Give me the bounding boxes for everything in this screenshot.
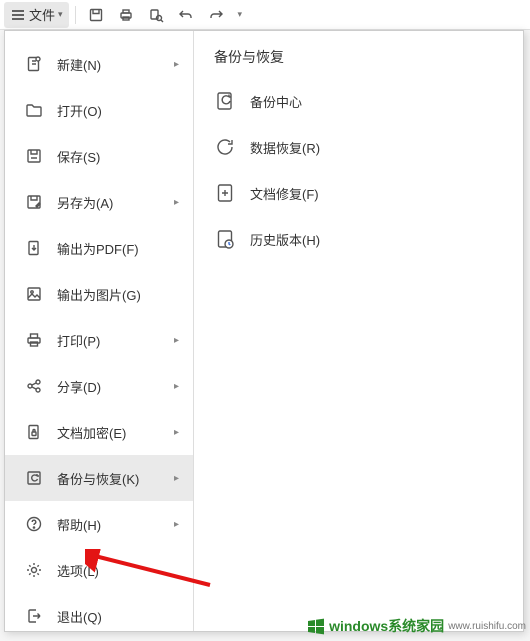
- panel-item-label: 历史版本(H): [250, 230, 320, 249]
- doc-repair-icon: [214, 182, 236, 204]
- menu-item-label: 打印(P): [57, 331, 174, 350]
- chevron-right-icon: ▸: [174, 427, 179, 438]
- panel-item-label: 文档修复(F): [250, 184, 319, 203]
- menu-item-share[interactable]: 分享(D) ▸: [5, 363, 193, 409]
- menu-item-save-as[interactable]: 另存为(A) ▸: [5, 179, 193, 225]
- menu-item-label: 打开(O): [57, 101, 179, 120]
- menu-item-label: 分享(D): [57, 377, 174, 396]
- new-file-icon: [25, 55, 43, 73]
- menu-item-export-image[interactable]: 输出为图片(G): [5, 271, 193, 317]
- panel-item-data-recovery[interactable]: 数据恢复(R): [214, 131, 503, 163]
- watermark-sub: www.ruishifu.com: [448, 621, 526, 632]
- share-icon: [25, 377, 43, 395]
- menu-item-label: 保存(S): [57, 147, 179, 166]
- gear-icon: [25, 561, 43, 579]
- print-button[interactable]: [112, 2, 140, 28]
- menu-item-label: 退出(Q): [57, 607, 179, 626]
- menu-item-encrypt[interactable]: 文档加密(E) ▸: [5, 409, 193, 455]
- history-icon: [214, 228, 236, 250]
- save-as-icon: [25, 193, 43, 211]
- file-menu-button[interactable]: 文件 ▾: [4, 2, 69, 28]
- preview-icon: [148, 7, 164, 23]
- watermark: windows系统家园 www.ruishifu.com: [305, 615, 526, 637]
- print-icon: [25, 331, 43, 349]
- chevron-right-icon: ▸: [174, 473, 179, 484]
- hamburger-icon: [10, 7, 26, 23]
- menu-item-label: 另存为(A): [57, 193, 174, 212]
- menu-item-label: 帮助(H): [57, 515, 174, 534]
- file-menu-list: 新建(N) ▸ 打开(O) 保存(S) 另存为(A) ▸ 输出为PDF(F) 输…: [5, 31, 193, 631]
- menu-item-label: 新建(N): [57, 55, 174, 74]
- menu-item-save[interactable]: 保存(S): [5, 133, 193, 179]
- menu-item-label: 选项(L): [57, 561, 179, 580]
- menu-item-label: 文档加密(E): [57, 423, 174, 442]
- windows-logo-icon: [305, 615, 327, 637]
- file-menu-label: 文件: [29, 5, 55, 24]
- menu-item-export-pdf[interactable]: 输出为PDF(F): [5, 225, 193, 271]
- menu-item-open[interactable]: 打开(O): [5, 87, 193, 133]
- toolbar: 文件 ▾ ▾: [0, 0, 530, 30]
- watermark-text: windows系统家园: [329, 616, 444, 636]
- menu-item-exit[interactable]: 退出(Q): [5, 593, 193, 639]
- file-menu: 新建(N) ▸ 打开(O) 保存(S) 另存为(A) ▸ 输出为PDF(F) 输…: [4, 30, 524, 632]
- panel-item-label: 数据恢复(R): [250, 138, 320, 157]
- export-image-icon: [25, 285, 43, 303]
- chevron-down-icon: ▾: [58, 9, 63, 20]
- help-icon: [25, 515, 43, 533]
- print-icon: [118, 7, 134, 23]
- chevron-right-icon: ▸: [174, 59, 179, 70]
- menu-item-new[interactable]: 新建(N) ▸: [5, 41, 193, 87]
- panel-title: 备份与恢复: [214, 47, 503, 67]
- backup-restore-panel: 备份与恢复 备份中心 数据恢复(R) 文档修复(F) 历史版本(H): [193, 31, 523, 631]
- menu-item-label: 备份与恢复(K): [57, 469, 174, 488]
- panel-item-doc-repair[interactable]: 文档修复(F): [214, 177, 503, 209]
- preview-button[interactable]: [142, 2, 170, 28]
- undo-icon: [178, 7, 194, 23]
- exit-icon: [25, 607, 43, 625]
- menu-item-backup-restore[interactable]: 备份与恢复(K) ▸: [5, 455, 193, 501]
- save-icon: [88, 7, 104, 23]
- panel-item-history[interactable]: 历史版本(H): [214, 223, 503, 255]
- menu-item-help[interactable]: 帮助(H) ▸: [5, 501, 193, 547]
- redo-icon: [208, 7, 224, 23]
- menu-item-print[interactable]: 打印(P) ▸: [5, 317, 193, 363]
- menu-item-options[interactable]: 选项(L): [5, 547, 193, 593]
- encrypt-icon: [25, 423, 43, 441]
- toolbar-separator: [75, 6, 76, 24]
- redo-button[interactable]: [202, 2, 230, 28]
- folder-icon: [25, 101, 43, 119]
- backup-icon: [25, 469, 43, 487]
- chevron-right-icon: ▸: [174, 381, 179, 392]
- save-button[interactable]: [82, 2, 110, 28]
- menu-item-label: 输出为图片(G): [57, 285, 179, 304]
- data-recovery-icon: [214, 136, 236, 158]
- save-icon: [25, 147, 43, 165]
- export-pdf-icon: [25, 239, 43, 257]
- chevron-right-icon: ▸: [174, 519, 179, 530]
- undo-button[interactable]: [172, 2, 200, 28]
- panel-item-backup-center[interactable]: 备份中心: [214, 85, 503, 117]
- chevron-right-icon: ▸: [174, 197, 179, 208]
- menu-item-label: 输出为PDF(F): [57, 239, 179, 258]
- panel-item-label: 备份中心: [250, 92, 302, 111]
- toolbar-dropdown[interactable]: ▾: [232, 2, 249, 28]
- chevron-down-icon: ▾: [238, 9, 243, 20]
- backup-center-icon: [214, 90, 236, 112]
- chevron-right-icon: ▸: [174, 335, 179, 346]
